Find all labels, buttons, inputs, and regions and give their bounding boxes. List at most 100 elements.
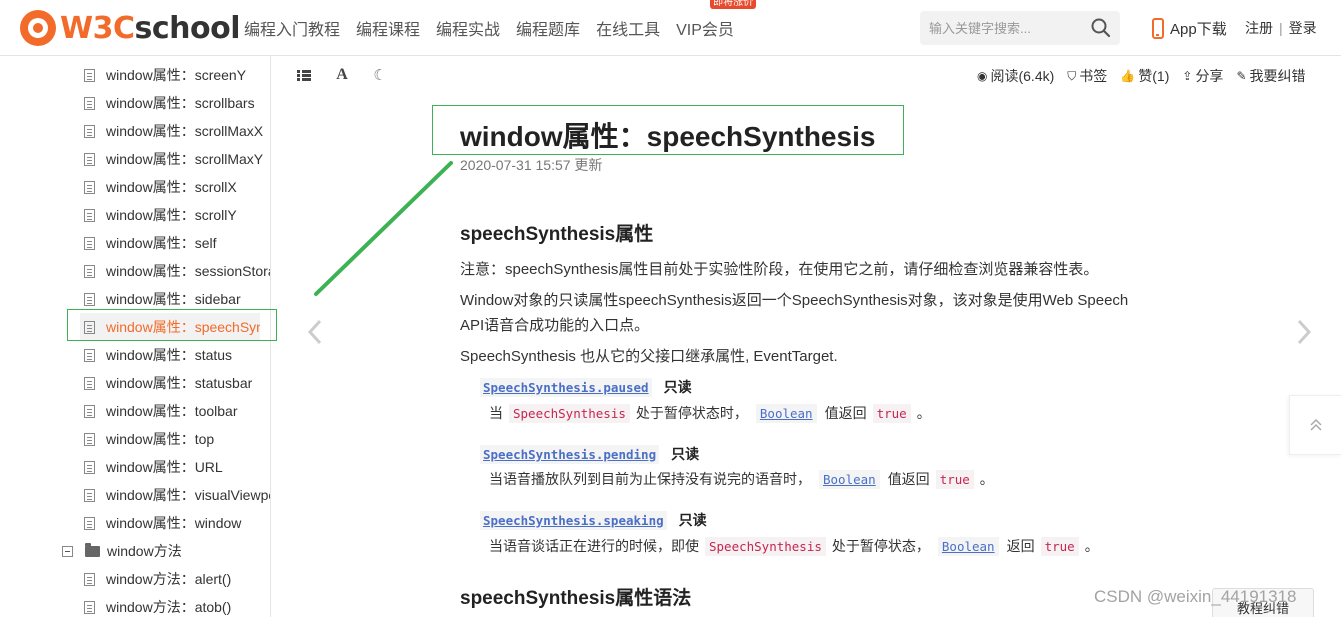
sidebar-item-label: window属性：statusbar <box>106 375 253 391</box>
sidebar-item-label: window属性：top <box>106 431 215 447</box>
document-icon <box>84 432 95 446</box>
lion-logo-icon <box>20 10 56 46</box>
logo-text: W3Cschool <box>60 10 240 46</box>
property-description: 当 SpeechSynthesis 处于暂停状态时， Boolean 值返回 t… <box>489 402 931 424</box>
like-label: 赞(1) <box>1138 68 1170 84</box>
sidebar-item[interactable]: window属性：URL <box>80 453 270 481</box>
boolean-link[interactable]: Boolean <box>755 403 817 423</box>
nav-item-practice[interactable]: 编程实战 <box>436 16 500 40</box>
document-icon <box>84 208 95 222</box>
register-link[interactable]: 注册 <box>1245 20 1273 36</box>
read-only-label: 只读 <box>671 446 700 462</box>
desc-text: 。 <box>916 405 931 421</box>
previous-page-icon[interactable] <box>305 317 325 347</box>
boolean-link[interactable]: Boolean <box>937 536 999 556</box>
desc-text: 处于暂停状态， <box>831 538 930 554</box>
sidebar-item[interactable]: window属性：sessionStorage <box>80 257 270 285</box>
inline-code: true <box>935 469 974 489</box>
document-icon <box>84 600 95 614</box>
reading-toolbar: A ☾ <box>296 64 410 86</box>
sidebar-item-label: window属性：scrollX <box>106 179 237 195</box>
sidebar-item[interactable]: window属性：screenY <box>80 61 270 89</box>
desc-text: 。 <box>979 471 994 487</box>
sidebar-item[interactable]: window属性：toolbar <box>80 397 270 425</box>
sidebar-item[interactable]: window方法：alert() <box>80 565 270 593</box>
sidebar-item-label: window属性：sessionStorage <box>106 263 270 279</box>
sidebar-item[interactable]: window属性：sidebar <box>80 285 270 313</box>
sidebar-item[interactable]: window属性：statusbar <box>80 369 270 397</box>
sidebar-item-label: window属性：scrollMaxX <box>106 123 264 139</box>
sidebar-item[interactable]: window属性：scrollX <box>80 173 270 201</box>
document-icon <box>84 488 95 502</box>
document-icon <box>84 376 95 390</box>
desc-text: 当语音播放队列到目前为止保持没有说完的语音时， <box>489 471 811 487</box>
back-to-top-button[interactable] <box>1289 395 1341 455</box>
description-line: API语音合成功能的入口点。 <box>460 317 650 334</box>
read-only-label: 只读 <box>678 512 707 528</box>
sidebar-item-label: window属性：URL <box>106 459 223 475</box>
phone-icon <box>1152 17 1164 39</box>
sidebar-item-label: window属性：status <box>106 347 233 363</box>
next-page-icon[interactable] <box>1294 317 1314 347</box>
share-icon: ⇪ <box>1182 69 1193 83</box>
app-download-link[interactable]: App下载 <box>1152 16 1227 40</box>
sidebar-item[interactable]: window属性：visualViewport <box>80 481 270 509</box>
desc-text: 返回 <box>1006 538 1035 554</box>
document-icon <box>84 320 95 334</box>
sidebar-item[interactable]: window属性：scrollbars <box>80 89 270 117</box>
property-link[interactable]: SpeechSynthesis.pending <box>480 444 660 464</box>
nav-item-intro[interactable]: 编程入门教程 <box>244 16 340 40</box>
nav-item-tools[interactable]: 在线工具 <box>596 16 660 40</box>
document-icon <box>84 124 95 138</box>
sidebar-item[interactable]: window属性：scrollMaxX <box>80 117 270 145</box>
like-button[interactable]: 👍 赞(1) <box>1120 66 1169 86</box>
document-icon <box>84 292 95 306</box>
property-link[interactable]: SpeechSynthesis.paused <box>480 377 652 397</box>
report-error-button[interactable]: ✎ 我要纠错 <box>1236 66 1305 86</box>
font-size-icon[interactable]: A <box>334 66 350 83</box>
document-icon <box>84 96 95 110</box>
bookmark-label: 书签 <box>1079 68 1108 84</box>
sidebar-item[interactable]: window属性：scrollMaxY <box>80 145 270 173</box>
sidebar-item-active[interactable]: window属性：speechSynthesis <box>80 313 260 341</box>
read-only-label: 只读 <box>663 379 692 395</box>
sidebar-item-label: window方法：alert() <box>106 571 232 587</box>
site-logo[interactable]: W3Cschool <box>20 9 240 47</box>
auth-links: 注册 | 登录 <box>1245 18 1317 38</box>
sidebar-folder-label: window方法 <box>107 543 182 559</box>
bookmark-button[interactable]: ⛉ 书签 <box>1067 66 1107 86</box>
night-mode-icon[interactable]: ☾ <box>372 67 388 84</box>
inline-code: true <box>1040 536 1079 556</box>
document-icon <box>84 152 95 166</box>
boolean-link[interactable]: Boolean <box>819 469 880 489</box>
document-icon <box>84 264 95 278</box>
property-link[interactable]: SpeechSynthesis.speaking <box>480 510 667 530</box>
share-button[interactable]: ⇪ 分享 <box>1182 66 1223 86</box>
sidebar-item-label: window方法：atob() <box>106 599 232 615</box>
nav-item-vip[interactable]: VIP会员 即将涨价 <box>676 0 757 40</box>
sidebar-item[interactable]: window属性：scrollY <box>80 201 270 229</box>
nav-item-questions[interactable]: 编程题库 <box>516 16 580 40</box>
search-icon[interactable] <box>1090 17 1112 39</box>
collapse-icon[interactable] <box>62 545 73 557</box>
sidebar-item-label: window属性：speechSynthesis <box>106 319 260 335</box>
desc-text: 值返回 <box>824 405 867 421</box>
sidebar-item[interactable]: window属性：top <box>80 425 270 453</box>
sidebar-item-label: window属性：scrollMaxY <box>106 151 264 167</box>
login-link[interactable]: 登录 <box>1289 20 1317 36</box>
price-badge: 即将涨价 <box>710 0 757 9</box>
sidebar-item-label: window属性：visualViewport <box>106 487 270 503</box>
document-icon <box>84 460 95 474</box>
tutorial-sidebar: window属性：screenY window属性：scrollbars win… <box>0 56 271 617</box>
section-heading: speechSynthesis属性 <box>460 224 654 245</box>
sidebar-item[interactable]: window方法：atob() <box>80 593 270 617</box>
sidebar-item[interactable]: window属性：self <box>80 229 270 257</box>
toc-list-icon[interactable] <box>296 67 312 83</box>
nav-item-courses[interactable]: 编程课程 <box>356 16 420 40</box>
read-count: ◉ 阅读(6.4k) <box>977 66 1054 86</box>
desc-text: 值返回 <box>887 471 930 487</box>
sidebar-item[interactable]: window属性：window <box>80 509 270 537</box>
sidebar-folder-window-methods[interactable]: window方法 <box>62 537 182 565</box>
desc-text: 处于暂停状态时， <box>635 405 748 421</box>
sidebar-item[interactable]: window属性：status <box>80 341 270 369</box>
